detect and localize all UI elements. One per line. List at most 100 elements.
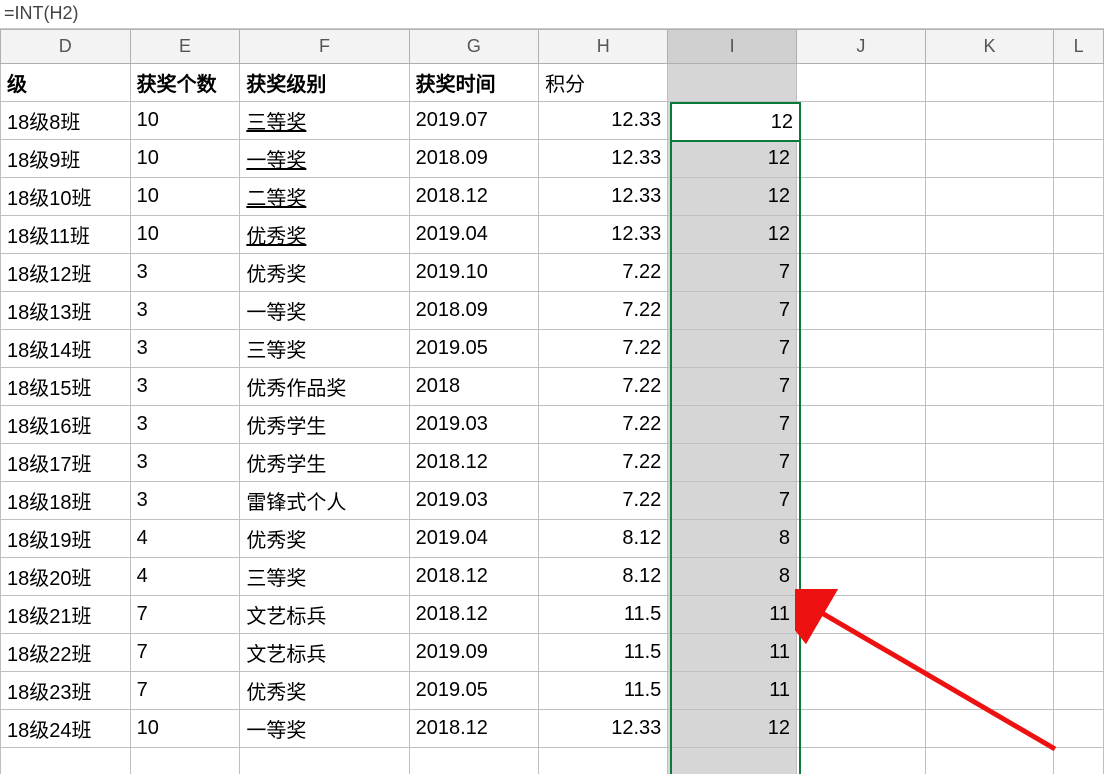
cell-level[interactable]: 一等奖 <box>240 710 409 748</box>
cell-score[interactable]: 8.12 <box>539 520 668 558</box>
cell-blank[interactable] <box>797 254 926 292</box>
cell-score[interactable]: 7.22 <box>539 330 668 368</box>
cell-blank[interactable] <box>797 672 926 710</box>
cell-class[interactable]: 18级19班 <box>1 520 131 558</box>
cell-time[interactable]: 2019.10 <box>409 254 539 292</box>
cell-time[interactable]: 2019.04 <box>409 520 539 558</box>
cell-time[interactable]: 2019.07 <box>409 102 539 140</box>
cell-score[interactable]: 7.22 <box>539 444 668 482</box>
cell-int[interactable]: 7 <box>668 254 797 292</box>
cell-class[interactable]: 18级22班 <box>1 634 131 672</box>
cell-class[interactable]: 18级9班 <box>1 140 131 178</box>
cell-level[interactable]: 三等奖 <box>240 330 409 368</box>
cell-score[interactable]: 12.33 <box>539 102 668 140</box>
cell-int[interactable]: 7 <box>668 406 797 444</box>
cell-blank[interactable] <box>797 216 926 254</box>
spreadsheet-grid[interactable]: D E F G H I J K L 级 获奖个数 获奖级别 获奖时间 积分 18… <box>0 29 1104 774</box>
cell-blank[interactable] <box>925 216 1054 254</box>
cell-blank[interactable] <box>797 482 926 520</box>
cell-count[interactable]: 4 <box>130 520 240 558</box>
cell-class[interactable]: 18级10班 <box>1 178 131 216</box>
cell-blank[interactable] <box>797 634 926 672</box>
cell-blank[interactable] <box>1054 292 1104 330</box>
cell-blank[interactable] <box>1054 178 1104 216</box>
col-header-E[interactable]: E <box>130 30 240 64</box>
col-header-I[interactable]: I <box>668 30 797 64</box>
cell-level[interactable]: 一等奖 <box>240 140 409 178</box>
cell-time[interactable]: 2019.09 <box>409 634 539 672</box>
cell-blank[interactable] <box>797 710 926 748</box>
cell-class[interactable]: 18级23班 <box>1 672 131 710</box>
cell-blank[interactable] <box>925 710 1054 748</box>
cell-blank[interactable] <box>797 596 926 634</box>
col-header-L[interactable]: L <box>1054 30 1104 64</box>
cell-count[interactable]: 10 <box>130 102 240 140</box>
header-score[interactable]: 积分 <box>539 64 668 102</box>
cell-int[interactable]: 7 <box>668 292 797 330</box>
cell-int[interactable]: 12 <box>668 178 797 216</box>
cell-class[interactable]: 18级16班 <box>1 406 131 444</box>
cell-score[interactable]: 7.22 <box>539 482 668 520</box>
cell-blank[interactable] <box>1054 406 1104 444</box>
cell-blank[interactable] <box>925 634 1054 672</box>
cell-time[interactable]: 2018.12 <box>409 710 539 748</box>
cell-score[interactable]: 11.5 <box>539 596 668 634</box>
cell-level[interactable] <box>240 748 409 774</box>
cell-blank[interactable] <box>925 64 1054 102</box>
cell-int[interactable]: 7 <box>668 330 797 368</box>
cell-class[interactable]: 18级8班 <box>1 102 131 140</box>
cell-blank[interactable] <box>1054 64 1104 102</box>
cell-class[interactable]: 18级17班 <box>1 444 131 482</box>
col-header-J[interactable]: J <box>797 30 926 64</box>
cell-count[interactable]: 7 <box>130 596 240 634</box>
col-header-G[interactable]: G <box>409 30 539 64</box>
cell-blank[interactable] <box>925 558 1054 596</box>
cell-blank[interactable] <box>925 102 1054 140</box>
cell-count[interactable]: 3 <box>130 482 240 520</box>
cell-time[interactable]: 2018.09 <box>409 140 539 178</box>
cell-int[interactable]: 12 <box>668 216 797 254</box>
cell-blank[interactable] <box>1054 368 1104 406</box>
cell-level[interactable]: 二等奖 <box>240 178 409 216</box>
cell-count[interactable]: 3 <box>130 330 240 368</box>
cell-time[interactable]: 2019.03 <box>409 406 539 444</box>
cell-blank[interactable] <box>925 748 1054 774</box>
cell-class[interactable]: 18级20班 <box>1 558 131 596</box>
cell-level[interactable]: 文艺标兵 <box>240 634 409 672</box>
cell-blank[interactable] <box>925 672 1054 710</box>
cell-time[interactable]: 2018.12 <box>409 178 539 216</box>
col-header-D[interactable]: D <box>1 30 131 64</box>
header-level[interactable]: 获奖级别 <box>240 64 409 102</box>
cell-level[interactable]: 文艺标兵 <box>240 596 409 634</box>
cell-blank[interactable] <box>925 140 1054 178</box>
cell-blank[interactable] <box>797 748 926 774</box>
cell-score[interactable]: 7.22 <box>539 406 668 444</box>
cell-class[interactable]: 18级12班 <box>1 254 131 292</box>
cell-blank[interactable] <box>1054 102 1104 140</box>
cell-blank[interactable] <box>925 178 1054 216</box>
cell-time[interactable]: 2018.09 <box>409 292 539 330</box>
cell-class[interactable]: 18级15班 <box>1 368 131 406</box>
cell-int[interactable]: 8 <box>668 520 797 558</box>
cell-blank[interactable] <box>925 330 1054 368</box>
cell-score[interactable]: 7.22 <box>539 254 668 292</box>
cell-class[interactable]: 18级11班 <box>1 216 131 254</box>
cell-int[interactable]: 12 <box>668 140 797 178</box>
cell-blank[interactable] <box>925 482 1054 520</box>
cell-score[interactable]: 11.5 <box>539 634 668 672</box>
cell-score[interactable]: 11.5 <box>539 672 668 710</box>
cell-score[interactable]: 12.33 <box>539 140 668 178</box>
cell-score[interactable]: 12.33 <box>539 178 668 216</box>
cell-level[interactable]: 优秀奖 <box>240 216 409 254</box>
cell-count[interactable]: 3 <box>130 292 240 330</box>
cell-blank[interactable] <box>797 444 926 482</box>
cell-blank[interactable] <box>797 64 926 102</box>
cell-blank[interactable] <box>925 254 1054 292</box>
cell-blank[interactable] <box>797 330 926 368</box>
col-header-F[interactable]: F <box>240 30 409 64</box>
cell-level[interactable]: 优秀奖 <box>240 672 409 710</box>
cell-int[interactable]: 12 <box>668 710 797 748</box>
cell-time[interactable]: 2018.12 <box>409 596 539 634</box>
col-header-K[interactable]: K <box>925 30 1054 64</box>
cell-int[interactable]: 8 <box>668 558 797 596</box>
